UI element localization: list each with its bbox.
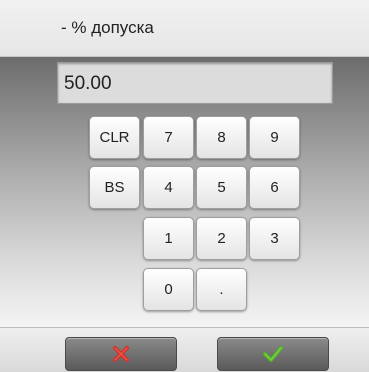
numeric-entry-panel: - % допуска 50.00 CLR 7 8 9 BS 4 5 6 1 2… xyxy=(0,0,369,372)
key-7[interactable]: 7 xyxy=(143,116,194,159)
confirm-button[interactable] xyxy=(217,337,329,371)
key-0[interactable]: 0 xyxy=(143,268,194,311)
title-bar: - % допуска xyxy=(0,0,369,57)
key-decimal[interactable]: . xyxy=(196,268,247,311)
key-9-label: 9 xyxy=(270,129,279,146)
value-display-text: 50.00 xyxy=(64,73,112,94)
clear-label: CLR xyxy=(99,129,130,146)
key-1-label: 1 xyxy=(164,230,173,247)
key-4-label: 4 xyxy=(164,179,173,196)
key-3-label: 3 xyxy=(270,230,279,247)
key-0-label: 0 xyxy=(164,281,173,298)
key-1[interactable]: 1 xyxy=(143,217,194,260)
key-8-label: 8 xyxy=(217,129,226,146)
backspace-button[interactable]: BS xyxy=(89,166,140,209)
key-5[interactable]: 5 xyxy=(196,166,247,209)
key-2[interactable]: 2 xyxy=(196,217,247,260)
check-icon xyxy=(262,345,284,363)
key-4[interactable]: 4 xyxy=(143,166,194,209)
value-display[interactable]: 50.00 xyxy=(57,62,333,104)
key-6-label: 6 xyxy=(270,179,279,196)
page-title: - % допуска xyxy=(61,18,154,37)
key-3[interactable]: 3 xyxy=(249,217,300,260)
cancel-x-icon xyxy=(112,345,130,363)
key-7-label: 7 xyxy=(164,129,173,146)
key-decimal-label: . xyxy=(219,281,224,298)
backspace-label: BS xyxy=(104,179,125,196)
key-2-label: 2 xyxy=(217,230,226,247)
clear-button[interactable]: CLR xyxy=(89,116,140,159)
key-6[interactable]: 6 xyxy=(249,166,300,209)
cancel-button[interactable] xyxy=(65,337,177,371)
key-8[interactable]: 8 xyxy=(196,116,247,159)
key-5-label: 5 xyxy=(217,179,226,196)
key-9[interactable]: 9 xyxy=(249,116,300,159)
